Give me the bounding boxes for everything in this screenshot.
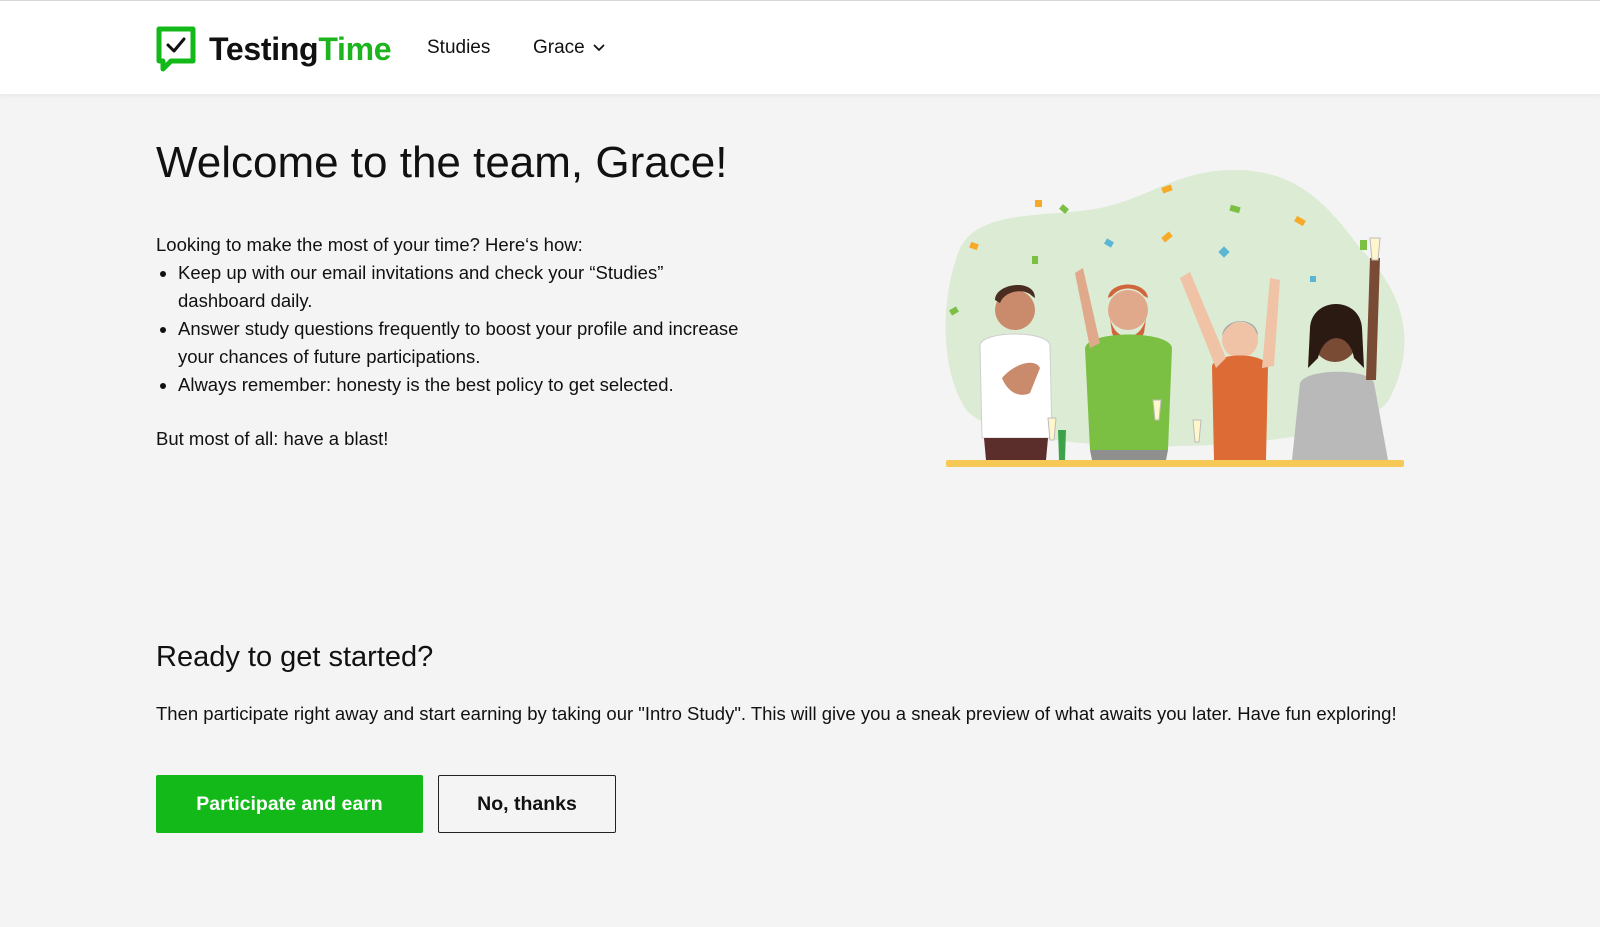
celebrating-team-illustration (945, 169, 1405, 467)
logo-chat-check-icon (156, 26, 196, 72)
top-header: TestingTime Studies Grace (0, 1, 1600, 94)
intro-lead: Looking to make the most of your time? H… (156, 234, 583, 255)
ready-section-text: Then participate right away and start ea… (156, 703, 1397, 724)
user-menu[interactable]: Grace (533, 37, 605, 59)
participate-and-earn-button[interactable]: Participate and earn (156, 775, 423, 833)
nav-studies-link[interactable]: Studies (427, 37, 490, 59)
page-title: Welcome to the team, Grace! (156, 138, 728, 187)
tips-list: Keep up with our email invitations and c… (178, 259, 746, 399)
chevron-down-icon (593, 44, 605, 51)
closing-text: But most of all: have a blast! (156, 428, 389, 449)
brand-wordmark: TestingTime (209, 30, 392, 67)
no-thanks-button[interactable]: No, thanks (438, 775, 616, 833)
list-item: Always remember: honesty is the best pol… (178, 371, 746, 399)
user-menu-label: Grace (533, 37, 585, 58)
ready-section-title: Ready to get started? (156, 641, 434, 673)
list-item: Answer study questions frequently to boo… (178, 315, 746, 371)
welcome-intro: Looking to make the most of your time? H… (156, 231, 746, 399)
list-item: Keep up with our email invitations and c… (178, 259, 746, 315)
brand-logo[interactable]: TestingTime (155, 25, 392, 73)
